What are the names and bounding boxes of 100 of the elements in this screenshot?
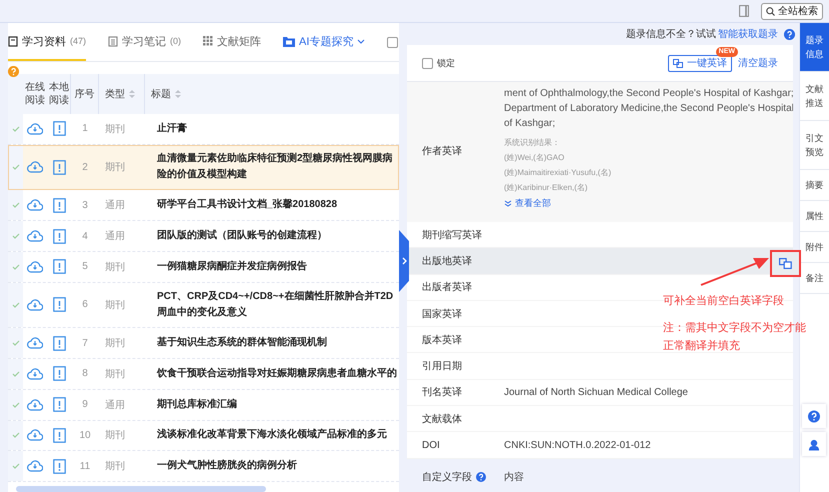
site-search-button[interactable]: 全站检索 [761,2,823,20]
cloud-icon[interactable] [27,459,43,474]
type-cell-text: 通用 [104,398,126,412]
title-cell[interactable]: 一例犬气肿性膀胱炎的病例分析 [151,458,399,474]
cloud-icon[interactable] [27,428,43,442]
field-label[interactable]: 版本英译 [422,332,504,347]
file-alert-icon[interactable] [52,428,66,443]
title-cell[interactable]: 一例猫糖尿病酮症并发症病例报告 [151,258,399,275]
field-value: ment of Ophthalmology,the Second People's Hospital of Kashgar;Department of Laboratory Medicine,the Second People's Hospital of Kashgar; [504,87,793,131]
recognized-name: (姓)Wei,(名)GAO [504,152,566,164]
row-number: 9 [81,399,89,410]
row-number: 3 [81,200,89,211]
tab[interactable]: AI专题探究 [283,23,366,61]
field-label[interactable]: 期刊缩写英译 [422,228,504,242]
title-cell[interactable]: 止汗膏 [151,120,399,137]
support-button[interactable] [802,432,826,456]
title-cell[interactable]: 期刊总库标准汇编 [151,396,399,413]
tab[interactable]: 学习资料 (47) [8,23,86,61]
file-alert-icon[interactable] [52,228,66,244]
type-cell-text: 期刊 [104,428,126,442]
table-row[interactable]: 8 期刊 饮食干预联合运动指导对妊娠期糖尿病患者血糖水平的 [8,359,399,390]
cloud-icon[interactable] [27,122,43,136]
field-label[interactable]: DOI [422,440,504,451]
help-icon[interactable] [476,472,486,482]
selected-field-row[interactable]: 出版地英译 [407,248,793,275]
lock-checkbox[interactable] [422,58,433,68]
field-label[interactable]: 刊名英译 [422,385,504,400]
ai-folder-icon [283,36,296,46]
table-row[interactable]: 3 通用 研学平台工具书设计文档_张馨20180828 [8,190,399,222]
panel-icon[interactable] [739,5,749,17]
cloud-icon[interactable] [27,298,43,312]
cloud-icon[interactable] [27,229,43,243]
title-cell[interactable]: 研学平台工具书设计文档_张馨20180828 [151,197,399,214]
cloud-icon[interactable] [27,160,43,174]
cloud-icon[interactable] [27,336,43,350]
column-header: 标题 [151,88,171,101]
cloud-icon[interactable] [27,198,43,212]
column-header: 类型 [105,88,125,101]
row-number: 10 [78,430,92,441]
help-icon [808,410,820,422]
field-label: 作者英译 [422,144,463,158]
table-row[interactable]: 6 期刊 PCT、CRP及CD4~+/CD8~+在细菌性肝脓肿合并T2D周血中的变化及意义 [8,282,399,328]
grid-icon [203,36,214,46]
translate-icon[interactable] [779,258,792,269]
file-alert-icon[interactable] [52,336,66,351]
file-alert-icon[interactable] [52,458,66,474]
check-icon [12,126,20,132]
title-cell[interactable]: 基于知识生态系统的群体智能涌现机制 [151,335,399,352]
file-alert-icon[interactable] [52,259,66,274]
person-icon [808,438,820,450]
check-icon [12,202,20,208]
translate-icon [673,58,683,68]
tab[interactable]: 文献矩阵 [203,23,262,61]
file-alert-icon[interactable] [52,397,66,412]
title-cell[interactable]: 团队版的测试（团队账号的创建流程） [151,228,399,244]
title-cell[interactable]: 血清微量元素佐助临床特征预测2型糖尿病性视网膜病险的价值及模型构建 [151,151,399,184]
field-label[interactable]: 引用日期 [422,359,504,374]
check-icon [12,463,20,470]
side-tab[interactable]: 题录信息 [800,23,829,72]
field-label[interactable]: 文献载体 [422,412,504,426]
table-row[interactable]: 9 通用 期刊总库标准汇编 [8,390,399,420]
filter-checkbox[interactable] [387,36,398,48]
row-number: 6 [81,299,89,310]
file-alert-icon[interactable] [52,366,66,382]
table-row[interactable]: 11 期刊 一例犬气肿性膀胱炎的病例分析 [8,451,399,482]
table-row[interactable]: 4 通用 团队版的测试（团队账号的创建流程） [8,221,399,252]
show-all-link[interactable]: 查看全部 [515,197,551,210]
help-icon[interactable] [8,66,19,77]
field-label[interactable]: 国家英译 [422,306,504,321]
check-icon [12,340,20,346]
cloud-icon[interactable] [27,260,43,274]
help-icon[interactable] [784,28,795,40]
translate-button[interactable]: 一键英译 [668,54,732,72]
cloud-icon[interactable] [27,398,43,412]
table-row[interactable]: 2 期刊 血清微量元素佐助临床特征预测2型糖尿病性视网膜病险的价值及模型构建 [8,144,399,190]
file-alert-icon[interactable] [52,160,66,175]
row-number: 8 [81,368,89,380]
column-header: 在线阅读 [25,81,46,107]
clear-link[interactable]: 清空题录 [732,56,778,70]
row-number: 11 [78,460,92,472]
tab[interactable]: 学习笔记 (0) [108,23,182,61]
fetch-link[interactable]: 智能获取题录 [718,27,778,41]
field-label[interactable]: 出版者英译 [422,280,504,294]
table-row[interactable]: 5 期刊 一例猫糖尿病酮症并发症病例报告 [8,252,399,283]
title-cell[interactable]: 浅谈标准化改革背景下海水淡化领域产品标准的多元 [151,427,399,444]
file-alert-icon[interactable] [52,198,66,213]
file-alert-icon[interactable] [52,297,66,312]
field-label: 自定义字段 [422,470,472,484]
help-button[interactable] [802,404,826,428]
check-icon [12,370,20,377]
title-cell[interactable]: 饮食干预联合运动指导对妊娠期糖尿病患者血糖水平的 [151,366,399,382]
cloud-icon[interactable] [27,366,43,381]
table-row[interactable]: 10 期刊 浅谈标准化改革背景下海水淡化领域产品标准的多元 [8,420,399,452]
column-header: 本地阅读 [49,81,70,107]
file-alert-icon[interactable] [52,121,66,136]
scrollbar[interactable] [16,486,266,492]
table-row[interactable]: 7 期刊 基于知识生态系统的群体智能涌现机制 [8,328,399,359]
title-cell[interactable]: PCT、CRP及CD4~+/CD8~+在细菌性肝脓肿合并T2D周血中的变化及意义 [151,288,399,321]
lock-label: 锁定 [437,56,455,70]
check-icon [12,164,20,170]
